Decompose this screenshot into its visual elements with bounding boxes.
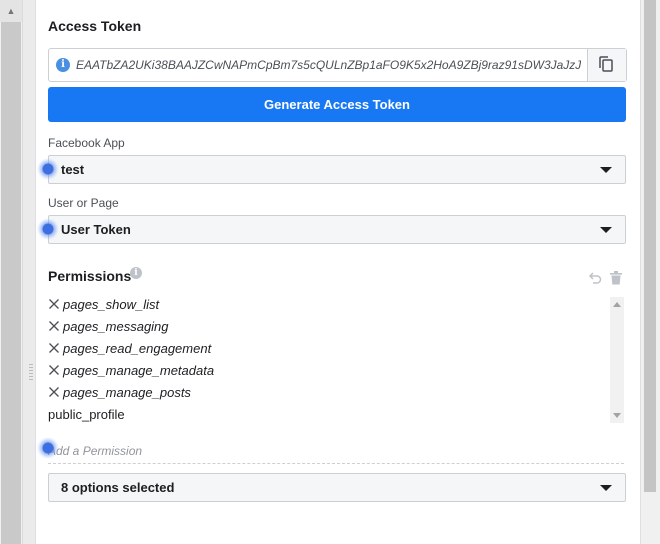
scroll-down-arrow-icon[interactable] [613, 413, 621, 418]
chevron-down-icon [600, 227, 612, 233]
permission-item: pages_show_list [48, 296, 608, 318]
scroll-up-arrow-icon[interactable] [613, 302, 621, 307]
facebook-app-select[interactable]: test [48, 155, 626, 184]
permission-item: pages_manage_posts [48, 384, 608, 406]
user-or-page-label: User or Page [48, 196, 119, 210]
permissions-list: pages_show_list pages_messaging pages_read… [48, 296, 608, 428]
access-token-panel: Access Token i EAATbZA2UKi38BAAJZCwNAPmC… [36, 0, 641, 544]
permissions-select[interactable]: 8 options selected [48, 473, 626, 502]
permission-item: pages_read_engagement [48, 340, 608, 362]
permissions-list-scrollbar[interactable] [610, 297, 624, 423]
user-or-page-select[interactable]: User Token [48, 215, 626, 244]
info-icon: i [56, 58, 70, 72]
scrollbar-thumb[interactable] [644, 0, 656, 492]
chevron-down-icon [600, 167, 612, 173]
permission-name: pages_manage_metadata [63, 363, 215, 378]
remove-permission-icon[interactable] [48, 320, 60, 332]
remove-permission-icon[interactable] [48, 386, 60, 398]
undo-icon[interactable] [588, 271, 602, 285]
permission-name: pages_read_engagement [63, 341, 212, 356]
chevron-down-icon [600, 485, 612, 491]
cursor-indicator [37, 158, 59, 180]
remove-permission-icon[interactable] [48, 298, 60, 310]
info-icon[interactable]: i [130, 267, 142, 279]
right-scrollbar[interactable] [641, 0, 660, 544]
trash-icon[interactable] [610, 271, 622, 285]
generate-access-token-button[interactable]: Generate Access Token [48, 87, 626, 122]
cursor-indicator [37, 218, 59, 240]
scrollbar-thumb[interactable] [1, 22, 21, 544]
permission-item: pages_manage_metadata [48, 362, 608, 384]
left-scrollbar[interactable]: ▲ [0, 0, 23, 544]
panel-gutter [23, 0, 36, 544]
permission-name: pages_show_list [63, 297, 160, 312]
copy-icon [599, 56, 613, 72]
permission-item: public_profile [48, 406, 608, 428]
copy-token-button[interactable] [587, 49, 626, 81]
permission-name: pages_manage_posts [63, 385, 191, 400]
permission-name: pages_messaging [63, 319, 169, 334]
permission-item: pages_messaging [48, 318, 608, 340]
remove-permission-icon[interactable] [48, 364, 60, 376]
permission-name: public_profile [48, 407, 125, 422]
facebook-app-value: test [61, 162, 85, 177]
cursor-indicator [37, 437, 59, 459]
facebook-app-label: Facebook App [48, 136, 125, 150]
permissions-summary: 8 options selected [61, 480, 175, 495]
access-token-value[interactable]: EAATbZA2UKi38BAAJZCwNAPmCpBm7s5cQULnZBp1… [76, 58, 581, 72]
scroll-up-arrow-icon[interactable]: ▲ [0, 0, 22, 22]
remove-permission-icon[interactable] [48, 342, 60, 354]
access-token-heading: Access Token [48, 18, 142, 34]
permissions-heading: Permissions [48, 268, 132, 284]
resize-handle[interactable] [29, 364, 33, 382]
access-token-field[interactable]: i EAATbZA2UKi38BAAJZCwNAPmCpBm7s5cQULnZB… [48, 48, 627, 82]
user-or-page-value: User Token [61, 222, 131, 237]
add-permission-input[interactable] [48, 439, 624, 464]
